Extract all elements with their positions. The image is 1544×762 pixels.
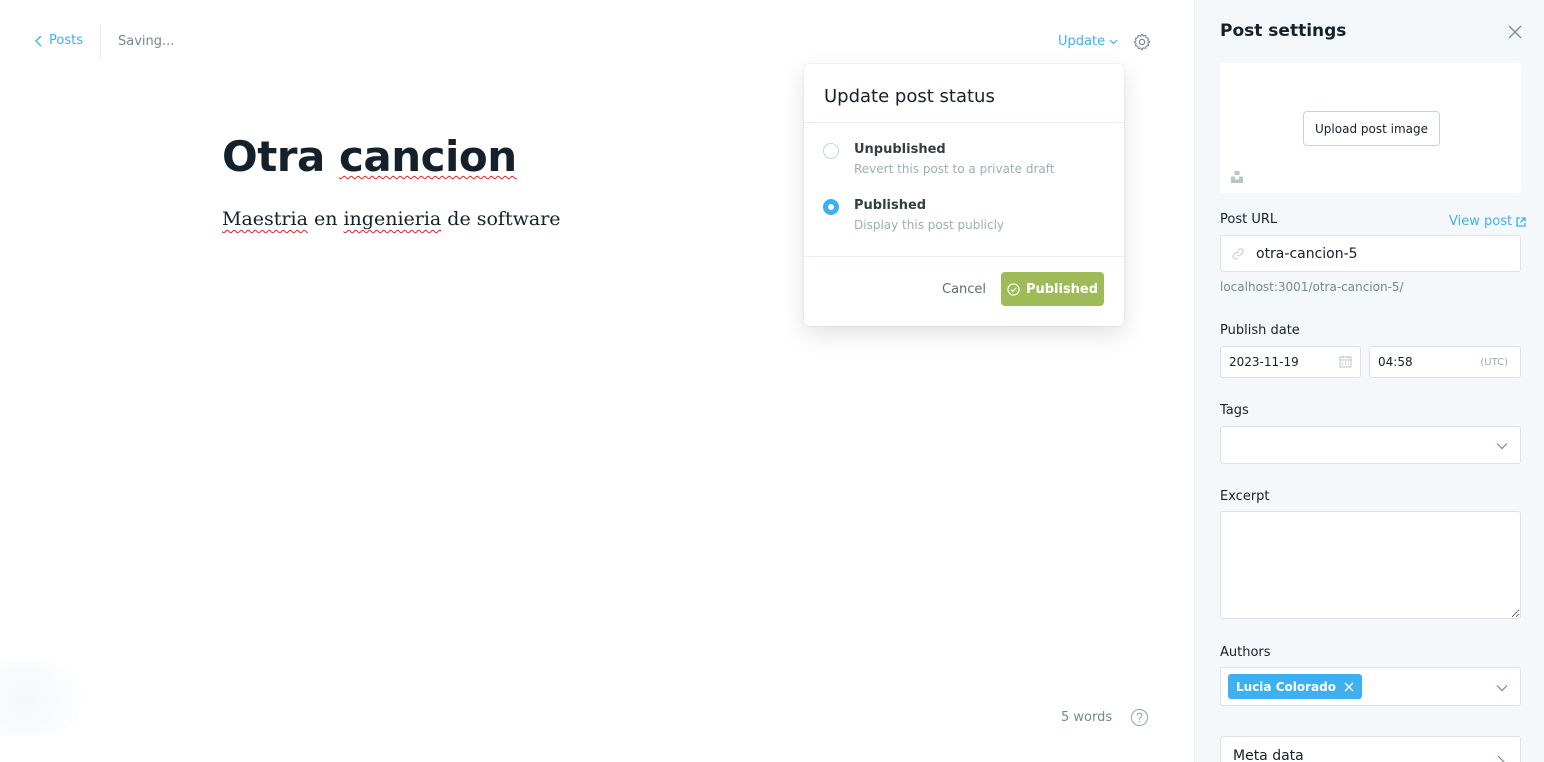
confirm-label: Published <box>1025 281 1099 297</box>
url-preview: localhost:3001/otra-cancion-5/ <box>1220 280 1404 294</box>
unpublished-option[interactable]: Unpublished Revert this post to a privat… <box>822 142 1112 186</box>
author-token[interactable]: Lucia Colorado <box>1228 674 1362 699</box>
save-status: Saving... <box>118 34 175 49</box>
excerpt-textarea[interactable] <box>1220 511 1521 619</box>
calendar-icon[interactable] <box>1339 355 1352 368</box>
chevron-right-icon <box>1497 755 1505 762</box>
toolbar-divider <box>100 24 101 60</box>
authors-select[interactable]: Lucia Colorado <box>1220 667 1521 706</box>
editor-area: Posts Saving... Update Otra cancion Maes… <box>0 0 1194 762</box>
body-word-misspelled: Maestria <box>222 208 308 230</box>
external-link-icon <box>1516 216 1526 227</box>
divider <box>804 122 1124 123</box>
gear-icon[interactable] <box>1132 32 1152 52</box>
chevron-down-icon <box>1109 39 1118 44</box>
timezone-label: (UTC) <box>1480 357 1508 368</box>
publish-time-input[interactable]: 04:58 (UTC) <box>1369 346 1521 378</box>
meta-data-label: Meta data <box>1233 748 1304 762</box>
cancel-button[interactable]: Cancel <box>942 282 986 297</box>
chevron-down-icon <box>1496 685 1508 692</box>
chevron-down-icon <box>1496 443 1508 450</box>
post-url-label: Post URL <box>1220 212 1278 227</box>
post-settings-panel: Post settings Upload post image Post URL… <box>1194 0 1544 762</box>
published-option[interactable]: Published Display this post publicly <box>822 198 1112 242</box>
option-description: Revert this post to a private draft <box>854 162 1055 176</box>
published-radio[interactable] <box>823 199 839 215</box>
publish-date-input[interactable]: 2023-11-19 <box>1220 346 1361 378</box>
option-label: Published <box>854 198 927 213</box>
update-label: Update <box>1058 34 1106 49</box>
date-value: 2023-11-19 <box>1229 355 1299 369</box>
author-name: Lucia Colorado <box>1236 679 1336 694</box>
post-image-dropzone[interactable]: Upload post image <box>1220 63 1521 193</box>
time-value: 04:58 <box>1378 355 1413 369</box>
meta-data-section[interactable]: Meta data <box>1220 736 1521 762</box>
option-label: Unpublished <box>854 142 946 157</box>
tags-label: Tags <box>1220 403 1249 418</box>
view-post-label: View post <box>1449 214 1513 229</box>
link-icon <box>1232 248 1244 260</box>
post-url-value: otra-cancion-5 <box>1256 246 1358 262</box>
tags-select[interactable] <box>1220 426 1521 464</box>
word-count: 5 words <box>1061 710 1113 725</box>
title-word-misspelled: cancion <box>338 132 517 181</box>
divider <box>804 256 1124 257</box>
excerpt-label: Excerpt <box>1220 489 1270 504</box>
publish-menu-heading: Update post status <box>824 86 995 107</box>
chevron-left-icon <box>35 35 42 46</box>
upload-post-image-button[interactable]: Upload post image <box>1303 111 1440 146</box>
authors-label: Authors <box>1220 645 1271 660</box>
view-post-link[interactable]: View post <box>1449 214 1526 229</box>
body-word: de software <box>447 208 561 230</box>
check-circle-icon <box>1007 282 1020 296</box>
back-link-label: Posts <box>49 33 83 48</box>
publish-menu: Update post status Unpublished Revert th… <box>804 64 1124 326</box>
option-description: Display this post publicly <box>854 218 1005 232</box>
unsplash-icon[interactable] <box>1230 169 1244 183</box>
panel-title: Post settings <box>1220 21 1347 41</box>
post-body[interactable]: Maestria en ingenieria de software <box>222 208 561 230</box>
post-url-input[interactable]: otra-cancion-5 <box>1220 235 1521 272</box>
unpublished-radio[interactable] <box>823 143 839 159</box>
editor-plus-area <box>0 662 82 736</box>
post-title[interactable]: Otra cancion <box>222 132 517 181</box>
title-word: Otra <box>222 132 325 181</box>
body-word: en <box>313 208 338 230</box>
body-word-misspelled: ingenieria <box>343 208 442 230</box>
help-icon[interactable] <box>1130 708 1149 727</box>
confirm-published-button[interactable]: Published <box>1001 272 1104 306</box>
close-icon[interactable] <box>1508 24 1522 39</box>
remove-icon[interactable] <box>1344 682 1354 692</box>
back-to-posts-link[interactable]: Posts <box>34 33 83 48</box>
publish-date-label: Publish date <box>1220 323 1300 338</box>
update-dropdown-trigger[interactable]: Update <box>1058 34 1118 49</box>
